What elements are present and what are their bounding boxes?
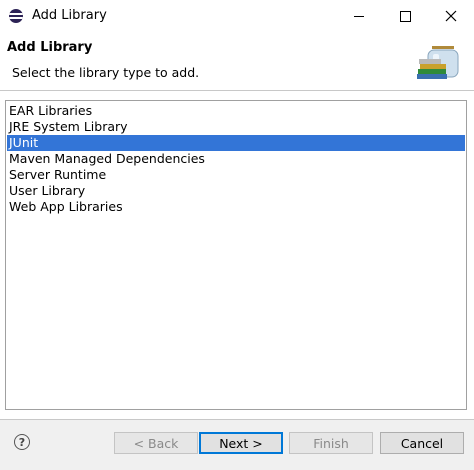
list-item[interactable]: Server Runtime: [7, 167, 465, 183]
list-item[interactable]: Maven Managed Dependencies: [7, 151, 465, 167]
list-item[interactable]: JUnit: [7, 135, 465, 151]
library-type-list[interactable]: EAR Libraries JRE System Library JUnit Mave…: [5, 100, 467, 410]
wizard-header: Add Library Select the library type to a…: [0, 32, 474, 90]
next-button[interactable]: Next >: [199, 432, 283, 454]
list-item[interactable]: User Library: [7, 183, 465, 199]
title-bar: Add Library: [0, 0, 474, 32]
maximize-icon: [399, 10, 411, 22]
list-item[interactable]: Web App Libraries: [7, 199, 465, 215]
library-jar-icon: [417, 46, 459, 79]
window-title: Add Library: [32, 8, 107, 23]
list-item[interactable]: EAR Libraries: [7, 103, 465, 119]
finish-button[interactable]: Finish: [289, 432, 373, 454]
help-icon[interactable]: ?: [14, 434, 30, 450]
close-icon: [445, 10, 457, 22]
eclipse-icon: [9, 9, 23, 23]
close-button[interactable]: [428, 0, 474, 32]
back-button[interactable]: < Back: [114, 432, 198, 454]
header-separator: [0, 90, 474, 91]
maximize-button[interactable]: [382, 0, 428, 32]
page-title: Add Library: [7, 40, 93, 55]
list-item[interactable]: JRE System Library: [7, 119, 465, 135]
minimize-button[interactable]: [336, 0, 382, 32]
minimize-icon: [354, 15, 364, 17]
cancel-button[interactable]: Cancel: [380, 432, 464, 454]
page-description: Select the library type to add.: [12, 65, 200, 80]
